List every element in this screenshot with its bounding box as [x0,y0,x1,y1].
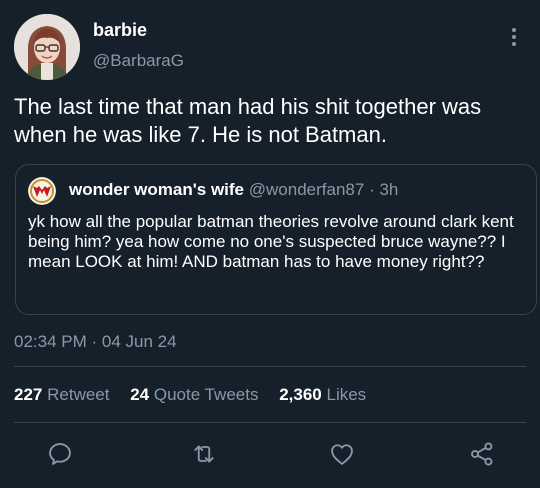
quoted-header: wonder woman's wife @wonderfan87 · 3h [69,180,398,200]
divider [14,366,526,367]
retweet-button[interactable] [187,437,221,471]
heart-icon [331,444,353,465]
retweets-stat[interactable]: 227 Retweet [14,385,130,404]
likes-label: Likes [326,385,367,404]
quoted-tweet[interactable]: wonder woman's wife @wonderfan87 · 3h yk… [15,164,537,315]
quoted-text: yk how all the popular batman theories r… [28,212,514,271]
quotes-count: 24 [130,385,150,404]
retweet-icon [194,445,214,463]
like-button[interactable] [325,437,359,471]
retweets-count: 227 [14,385,43,404]
reply-icon [49,443,71,465]
avatar[interactable] [14,14,80,80]
more-vertical-icon[interactable] [510,26,518,48]
quoted-avatar[interactable] [28,177,56,205]
quotes-stat[interactable]: 24 Quote Tweets [130,385,279,404]
action-bar [0,437,540,471]
tweet[interactable]: barbie @BarbaraG The last time that man … [0,0,540,488]
tweet-timestamp[interactable]: 02:34 PM · 04 Jun 24 [14,332,177,352]
quoted-time[interactable]: 3h [379,180,398,199]
wonder-woman-logo-icon [28,177,56,205]
quoted-display-name[interactable]: wonder woman's wife [69,180,244,199]
quoted-separator: · [369,180,375,199]
retweets-label: Retweet [47,385,110,404]
tweet-text: The last time that man had his shit toge… [14,94,482,147]
share-button[interactable] [465,437,499,471]
user-handle[interactable]: @BarbaraG [93,51,184,71]
display-name[interactable]: barbie [93,20,147,41]
likes-count: 2,360 [279,385,322,404]
share-icon [471,442,493,466]
reply-button[interactable] [43,437,77,471]
divider [14,422,526,423]
tweet-stats: 227 Retweet 24 Quote Tweets 2,360 Likes [14,385,382,405]
avatar-illustration [14,14,80,80]
likes-stat[interactable]: 2,360 Likes [279,385,382,404]
quoted-handle[interactable]: @wonderfan87 [249,180,365,199]
quotes-label: Quote Tweets [153,385,259,404]
